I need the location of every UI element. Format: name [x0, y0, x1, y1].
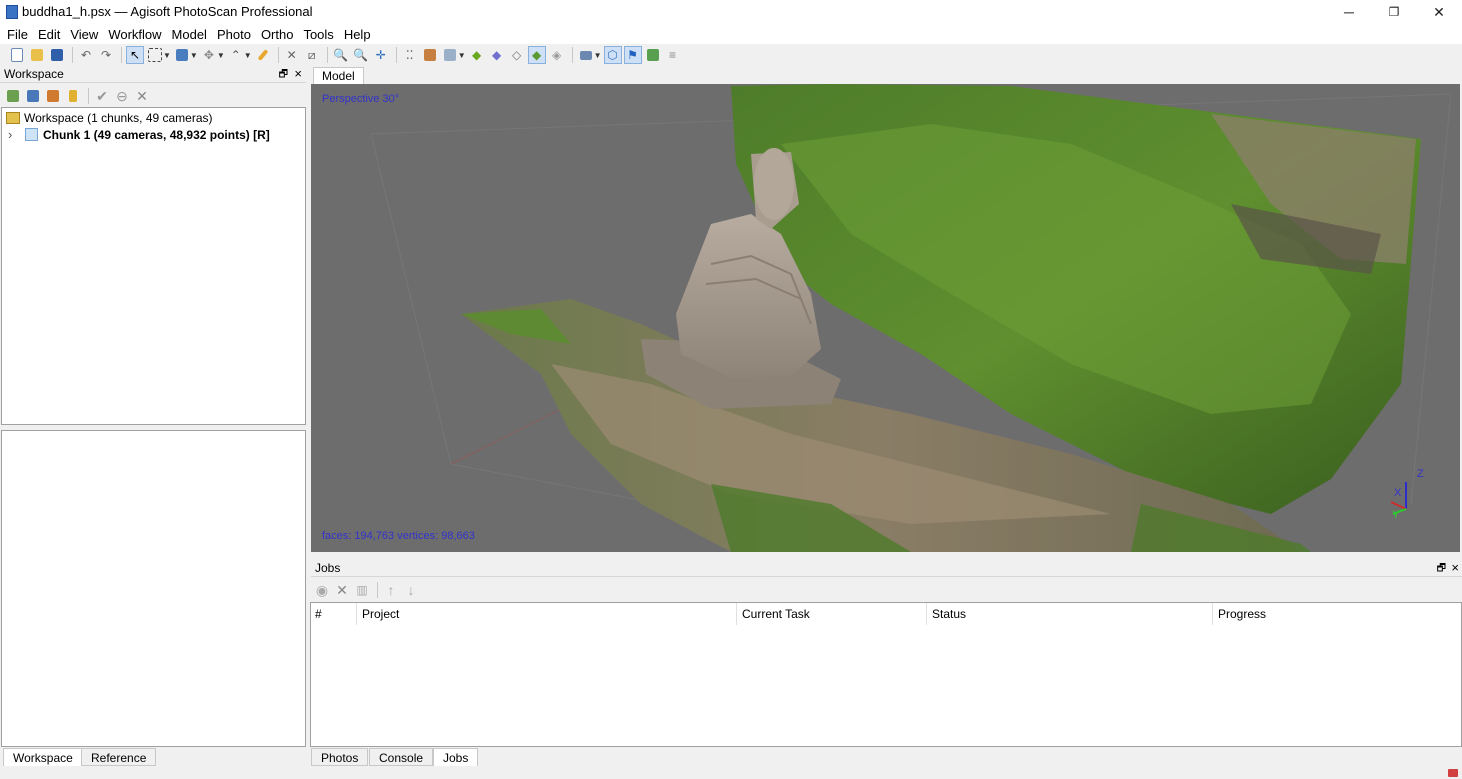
- jobs-table: [310, 602, 1462, 747]
- zoom-in-icon[interactable]: 🔍: [332, 46, 350, 64]
- show-markers-icon[interactable]: ⚑: [623, 46, 642, 64]
- model-shaded-icon[interactable]: ◆: [468, 46, 486, 64]
- import-icon[interactable]: [64, 87, 82, 105]
- workspace-tree-icon: [6, 112, 20, 124]
- status-indicator-icon: [1448, 769, 1458, 777]
- tree-root[interactable]: Workspace (1 chunks, 49 cameras): [6, 111, 213, 125]
- pause-job-icon[interactable]: ▥: [353, 581, 371, 599]
- menu-tools[interactable]: Tools: [298, 27, 338, 42]
- tab-jobs[interactable]: Jobs: [433, 748, 479, 766]
- axis-x-label: X: [1394, 487, 1402, 499]
- workspace-panel-header: Workspace 🗗 ×: [0, 66, 306, 83]
- zoom-out-icon[interactable]: 🔍: [352, 46, 370, 64]
- jobs-panel-header: Jobs 🗗 ×: [311, 560, 1462, 577]
- reset-view-icon[interactable]: ✛: [372, 46, 390, 64]
- app-icon: [6, 5, 18, 19]
- record-icon[interactable]: ◉: [313, 581, 331, 599]
- jobs-panel-title: Jobs: [311, 560, 1462, 577]
- menu-help[interactable]: Help: [339, 27, 376, 42]
- new-document-icon[interactable]: [8, 46, 26, 64]
- add-folder-icon[interactable]: [44, 87, 62, 105]
- menu-bar: File Edit View Workflow Model Photo Orth…: [0, 24, 1462, 44]
- menu-model[interactable]: Model: [167, 27, 212, 42]
- workspace-tree-label: Workspace (1 chunks, 49 cameras): [24, 111, 213, 125]
- region-move-icon[interactable]: [173, 46, 191, 64]
- column-progress[interactable]: Progress: [1218, 607, 1266, 621]
- draw-polyline-icon[interactable]: ⌃: [227, 46, 245, 64]
- column-current-task[interactable]: Current Task: [742, 607, 810, 621]
- add-chunk-icon[interactable]: [4, 87, 22, 105]
- column-number[interactable]: #: [315, 607, 322, 621]
- model-stats-label: faces: 194,763 vertices: 98,663: [322, 530, 475, 542]
- minimize-button[interactable]: ─: [1326, 0, 1372, 24]
- model-viewport[interactable]: Perspective 30° faces: 194,763 vertices:…: [311, 84, 1460, 552]
- column-status[interactable]: Status: [932, 607, 966, 621]
- tab-workspace[interactable]: Workspace: [3, 748, 83, 766]
- workspace-panel-title: Workspace: [0, 66, 306, 83]
- restore-button[interactable]: ❐: [1371, 0, 1417, 24]
- move-down-icon[interactable]: ↓: [402, 581, 420, 599]
- tab-reference[interactable]: Reference: [81, 748, 157, 766]
- jobs-toolbar: ◉ ✕ ▥ ↑ ↓: [313, 581, 422, 599]
- window-title: buddha1_h.psx — Agisoft PhotoScan Profes…: [22, 4, 313, 19]
- navigation-arrow-icon[interactable]: ↖: [126, 46, 144, 64]
- model-textured-icon[interactable]: ◆: [527, 46, 546, 64]
- tab-model[interactable]: Model: [313, 67, 364, 84]
- close-panel-icon[interactable]: ×: [294, 66, 302, 81]
- menu-ortho[interactable]: Ortho: [256, 27, 299, 42]
- workspace-toolbar: ✔ ⊖ ✕: [4, 87, 153, 105]
- axis-y-label: Y: [1392, 509, 1400, 521]
- move-up-icon[interactable]: ↑: [382, 581, 400, 599]
- open-folder-icon[interactable]: [28, 46, 46, 64]
- tree-item-chunk[interactable]: › Chunk 1 (49 cameras, 48,932 points) [R…: [8, 127, 270, 142]
- redo-icon[interactable]: ↷: [97, 46, 115, 64]
- enable-icon[interactable]: ✔: [93, 87, 111, 105]
- chunk-icon: [25, 128, 38, 141]
- rectangle-selection-icon[interactable]: [146, 46, 164, 64]
- menu-file[interactable]: File: [2, 27, 33, 42]
- float-panel-icon[interactable]: 🗗: [279, 67, 288, 84]
- tiled-model-icon[interactable]: ◈: [548, 46, 566, 64]
- show-cameras-icon[interactable]: [577, 46, 595, 64]
- title-bar: buddha1_h.psx — Agisoft PhotoScan Profes…: [0, 0, 1462, 24]
- show-shapes-icon[interactable]: ≡: [664, 46, 682, 64]
- close-button[interactable]: ✕: [1416, 0, 1462, 24]
- delete-selection-icon[interactable]: ✕: [283, 46, 301, 64]
- menu-edit[interactable]: Edit: [33, 27, 65, 42]
- move-object-icon[interactable]: ✥: [200, 46, 218, 64]
- menu-view[interactable]: View: [65, 27, 103, 42]
- show-images-icon[interactable]: [644, 46, 662, 64]
- add-photos-icon[interactable]: [24, 87, 42, 105]
- properties-pane: [1, 430, 306, 747]
- tab-console[interactable]: Console: [369, 748, 434, 766]
- show-region-icon[interactable]: ⬡: [603, 46, 622, 64]
- view-tab-bar: Model: [311, 67, 1460, 85]
- model-wireframe-icon[interactable]: ◇: [508, 46, 526, 64]
- menu-photo[interactable]: Photo: [212, 27, 256, 42]
- disable-icon[interactable]: ⊖: [113, 87, 131, 105]
- close-panel-icon[interactable]: ×: [1451, 560, 1459, 575]
- chunk-label: Chunk 1 (49 cameras, 48,932 points) [R]: [43, 127, 270, 142]
- menu-workflow[interactable]: Workflow: [103, 27, 166, 42]
- undo-icon[interactable]: ↶: [77, 46, 95, 64]
- workspace-tree: Workspace (1 chunks, 49 cameras) › Chunk…: [1, 107, 306, 425]
- tab-photos[interactable]: Photos: [311, 748, 369, 766]
- dense-cloud-classes-icon[interactable]: [441, 46, 459, 64]
- cancel-job-icon[interactable]: ✕: [333, 581, 351, 599]
- model-solid-icon[interactable]: ◆: [488, 46, 506, 64]
- crop-selection-icon[interactable]: ⧄: [303, 46, 321, 64]
- ruler-icon[interactable]: [254, 46, 272, 64]
- main-toolbar: ↶ ↷ ↖ ▼ ▼ ✥ ▼ ⌃ ▼ ✕ ⧄ 🔍 🔍 ✛ ⁚⁚ ▼ ◆ ◆ ◇ ◆ ◈…: [0, 44, 1462, 66]
- remove-icon[interactable]: ✕: [133, 87, 151, 105]
- column-project[interactable]: Project: [362, 607, 399, 621]
- axis-z-label: Z: [1417, 468, 1424, 480]
- dense-cloud-icon[interactable]: [421, 46, 439, 64]
- expand-chevron-icon[interactable]: ›: [8, 127, 20, 142]
- float-panel-icon[interactable]: 🗗: [1437, 561, 1446, 578]
- projection-label: Perspective 30°: [322, 93, 400, 105]
- save-icon[interactable]: [48, 46, 66, 64]
- model-scene: [370, 84, 1452, 552]
- point-cloud-icon[interactable]: ⁚⁚: [401, 46, 419, 64]
